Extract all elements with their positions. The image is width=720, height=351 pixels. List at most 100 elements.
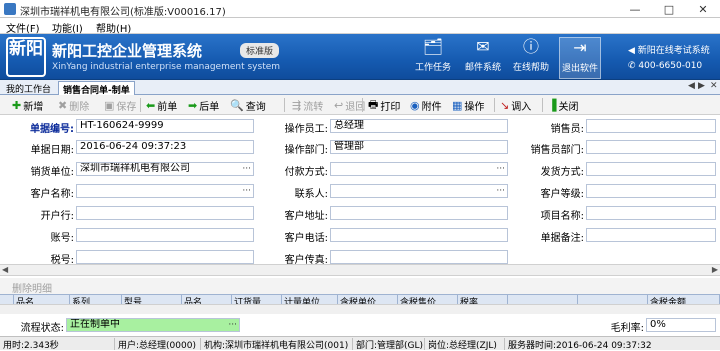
new-button[interactable]: ✚ 新增 (12, 98, 43, 113)
ship-method-label: 发货方式: (540, 167, 584, 178)
tab-scroll-right-icon[interactable]: ▶ (698, 81, 705, 91)
work-task-button[interactable]: 🗂 工作任务 (412, 37, 454, 79)
doc-no-field[interactable]: HT-160624-9999 (76, 119, 254, 133)
next-button[interactable]: ➡ 后单 (188, 98, 219, 113)
margin-field[interactable]: 0% (646, 318, 716, 332)
account-field[interactable] (76, 228, 254, 242)
delete-detail-button[interactable]: 删除明细 (12, 280, 52, 295)
dept-field[interactable]: 管理部 (330, 140, 508, 154)
flow-button[interactable]: ⇶ 流转 (292, 98, 323, 113)
exit-software-button[interactable]: ⇥ 退出软件 (559, 37, 601, 79)
grid-col[interactable]: 含税售价 (398, 295, 458, 304)
menu-file[interactable]: 文件(F) (6, 20, 40, 35)
dept-label: 操作部门: (284, 145, 328, 156)
return-button[interactable]: ↩ 退回 (334, 98, 365, 113)
attachment-icon: ◉ (410, 98, 420, 112)
payment-label: 付款方式: (284, 167, 328, 178)
delete-button[interactable]: ✖ 删除 (58, 98, 89, 113)
toolbar-divider (494, 98, 495, 112)
tab-close-icon[interactable]: ✕ (710, 81, 718, 91)
phone-label: 客户电话: (284, 233, 328, 244)
fax-field[interactable] (330, 250, 508, 264)
bank-field[interactable] (76, 206, 254, 220)
close-button[interactable]: ▐ 关闭 (548, 98, 578, 113)
seller-field[interactable]: 深圳市瑞祥机电有限公司 ··· (76, 162, 254, 176)
exam-system-link[interactable]: ◀ 新阳在线考试系统 (628, 43, 710, 56)
grid-col[interactable]: 含税金额 (648, 295, 720, 304)
app-logo: 新阳 (6, 37, 46, 77)
status-dept: 部门:管理部(GL) (352, 338, 423, 351)
salesman-label: 销售员: (550, 124, 584, 135)
payment-field[interactable]: ··· (330, 162, 508, 176)
address-field[interactable] (330, 206, 508, 220)
grid-col[interactable]: 含税单价 (338, 295, 398, 304)
menu-help[interactable]: 帮助(H) (96, 20, 131, 35)
edition-badge: 标准版 (240, 43, 280, 58)
scroll-right-icon[interactable]: ▶ (712, 265, 718, 274)
tab-scroll-left-icon[interactable]: ◀ (688, 81, 695, 91)
grid-col[interactable]: 品名 (14, 295, 70, 304)
tax-field[interactable] (76, 250, 254, 264)
grid-col[interactable] (578, 295, 648, 304)
date-field[interactable]: 2016-06-24 09:37:23 (76, 140, 254, 154)
project-field[interactable] (586, 206, 716, 220)
menu-function[interactable]: 功能(I) (52, 20, 83, 35)
remark-field[interactable] (586, 228, 716, 242)
grid-col[interactable]: 税率 (458, 295, 508, 304)
operator-label: 操作员工: (284, 124, 328, 135)
tab-sales-contract[interactable]: 销售合同单-制单 (58, 81, 135, 96)
mail-icon: ✉ (476, 37, 490, 56)
ship-method-field[interactable] (586, 162, 716, 176)
title-bar: 深圳市瑞祥机电有限公司(标准版:V00016.17) — □ ✕ (0, 0, 720, 18)
contract-form: 单据编号: HT-160624-9999 单据日期: 2016-06-24 09… (0, 116, 720, 276)
status-org: 机构:深圳市瑞祥机电有限公司(001) (200, 338, 348, 351)
restore-button[interactable]: □ (652, 0, 686, 18)
toolbar-divider (284, 98, 285, 112)
account-label: 账号: (50, 233, 74, 244)
status-bar: 用时:2.343秒 用户:总经理(0000) 机构:深圳市瑞祥机电有限公司(00… (0, 336, 720, 351)
flow-status-field[interactable]: 正在制单中 ··· (66, 318, 240, 332)
prev-button[interactable]: ⬅ 前单 (146, 98, 177, 113)
toolbar: ✚ 新增 ✖ 删除 ▣ 保存 ⬅ 前单 ➡ 后单 🔍 查询 ⇶ 流转 ↩ 退回 🖶 打印 ◉ 附件 … (0, 95, 720, 115)
phone-field[interactable] (330, 228, 508, 242)
customer-field[interactable]: ··· (76, 184, 254, 198)
remark-label: 单据备注: (540, 233, 584, 244)
exit-icon: ▐ (548, 98, 557, 112)
attachment-button[interactable]: ◉ 附件 (410, 98, 442, 113)
grid-col[interactable] (508, 295, 578, 304)
grid-col[interactable]: 品名 (182, 295, 232, 304)
elapsed-time: 用时:2.343秒 (3, 341, 59, 351)
tab-workbench[interactable]: 我的工作台 (2, 81, 55, 95)
lookup-icon[interactable]: ··· (496, 185, 505, 197)
print-button[interactable]: 🖶 打印 (368, 98, 400, 113)
speaker-icon: ◀ (628, 46, 638, 56)
exit-icon: ⇥ (573, 38, 587, 57)
lookup-icon[interactable]: ··· (242, 163, 251, 175)
customer-level-field[interactable] (586, 184, 716, 198)
operate-button[interactable]: ▦ 操作 (452, 98, 484, 113)
operator-field[interactable]: 总经理 (330, 119, 508, 133)
status-server-time: 服务器时间:2016-06-24 09:37:32 (504, 338, 652, 351)
grid-col-select[interactable] (0, 295, 14, 304)
online-help-button[interactable]: ⓘ 在线帮助 (510, 37, 552, 79)
horizontal-scrollbar[interactable]: ◀ ▶ (0, 264, 720, 276)
info-icon: ⓘ (522, 37, 539, 56)
sales-dept-field[interactable] (586, 140, 716, 154)
close-window-button[interactable]: ✕ (686, 0, 720, 18)
grid-scrollbar[interactable] (0, 304, 720, 314)
salesman-field[interactable] (586, 119, 716, 133)
lookup-icon[interactable]: ··· (242, 185, 251, 197)
import-button[interactable]: ↘ 调入 (500, 98, 531, 113)
lookup-icon[interactable]: ··· (496, 163, 505, 175)
minimize-button[interactable]: — (618, 0, 652, 18)
grid-col[interactable]: 计量单位 (282, 295, 338, 304)
grid-col[interactable]: 订货量 (232, 295, 282, 304)
grid-col[interactable]: 型号 (122, 295, 182, 304)
contact-field[interactable]: ··· (330, 184, 508, 198)
mail-system-button[interactable]: ✉ 邮件系统 (462, 37, 504, 79)
save-button[interactable]: ▣ 保存 (104, 98, 136, 113)
scroll-left-icon[interactable]: ◀ (2, 265, 8, 274)
query-button[interactable]: 🔍 查询 (230, 98, 266, 113)
lookup-icon[interactable]: ··· (228, 319, 237, 331)
grid-col[interactable]: 系列 (70, 295, 122, 304)
